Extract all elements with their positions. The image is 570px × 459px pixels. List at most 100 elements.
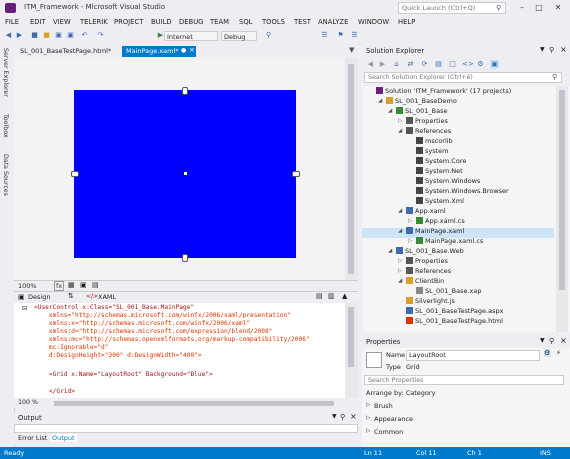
- menu-window[interactable]: WINDOW: [358, 18, 389, 26]
- resize-handle-left[interactable]: [71, 171, 79, 177]
- category-expand-icon[interactable]: ▷: [366, 415, 370, 421]
- category-expand-icon[interactable]: ▷: [366, 402, 370, 408]
- se-dropdown-icon[interactable]: ▼: [540, 46, 545, 53]
- se-close-icon[interactable]: ×: [560, 45, 567, 54]
- expand-arrow-icon[interactable]: ▷: [408, 218, 412, 224]
- menu-debug[interactable]: DEBUG: [179, 18, 203, 26]
- tab-dropdown-icon[interactable]: ▼: [349, 46, 354, 54]
- xaml-code-editor[interactable]: ⊟ <UserControl x:Class="SL_001_Base.Main…: [14, 303, 358, 398]
- category-appearance[interactable]: Appearance: [374, 415, 413, 423]
- collapse-arrow-icon[interactable]: ◢: [388, 248, 392, 254]
- tree-item[interactable]: MainPage.xaml: [406, 226, 464, 236]
- props-close-icon[interactable]: ×: [560, 336, 567, 345]
- open-icon[interactable]: ■: [42, 31, 51, 40]
- se-back-icon[interactable]: ◀: [366, 60, 375, 69]
- tree-item[interactable]: System.Xml: [416, 196, 464, 206]
- collapse-arrow-icon[interactable]: ◢: [378, 98, 382, 104]
- tree-item[interactable]: SL_001_Base.Web: [396, 246, 464, 256]
- find-icon[interactable]: ⚲: [264, 31, 273, 40]
- preview-icon[interactable]: ▣: [490, 60, 499, 69]
- menu-test[interactable]: TEST: [294, 18, 311, 26]
- tree-item[interactable]: App.xaml: [406, 206, 446, 216]
- home-icon[interactable]: ⌂: [392, 60, 401, 69]
- sync-icon[interactable]: ⇄: [406, 60, 415, 69]
- save-all-icon[interactable]: ▣: [66, 31, 75, 40]
- menu-tools[interactable]: TOOLS: [262, 18, 285, 26]
- tree-item[interactable]: mscorlib: [416, 136, 453, 146]
- menu-project[interactable]: PROJECT: [114, 18, 143, 26]
- tab-error-list[interactable]: Error List: [18, 434, 47, 442]
- tree-item[interactable]: App.xaml.cs: [416, 216, 465, 226]
- property-tools-icon[interactable]: ⚙: [544, 349, 551, 357]
- search-icon[interactable]: ⚲: [496, 4, 501, 12]
- tree-item[interactable]: Solution 'ITM_Framework' (17 projects): [376, 86, 511, 96]
- resize-handle-right[interactable]: [292, 171, 300, 177]
- format-icon[interactable]: ☰: [350, 31, 359, 40]
- se-search-icon[interactable]: ⚲: [552, 73, 557, 81]
- collapse-arrow-icon[interactable]: ◢: [388, 108, 392, 114]
- menu-sql[interactable]: SQL: [239, 18, 252, 26]
- menu-telerik[interactable]: TELERIK: [80, 18, 108, 26]
- resize-handle-top[interactable]: [182, 87, 188, 95]
- horizontal-split-icon[interactable]: ▤: [316, 292, 323, 300]
- view-code-icon[interactable]: <>: [462, 60, 474, 69]
- collapse-region-icon[interactable]: ⊟: [22, 305, 27, 312]
- properties-icon[interactable]: ⚙: [476, 60, 485, 69]
- props-dropdown-icon[interactable]: ▼: [540, 337, 545, 344]
- event-handler-icon[interactable]: ⚡: [556, 349, 561, 357]
- expand-arrow-icon[interactable]: ▷: [398, 118, 402, 124]
- grid-icon[interactable]: ▦: [68, 281, 75, 289]
- tree-item[interactable]: SL_001_Base.xap: [416, 286, 482, 296]
- expand-arrow-icon[interactable]: ▷: [408, 238, 412, 244]
- align-icon[interactable]: ▤: [92, 281, 99, 289]
- output-close-icon[interactable]: ×: [350, 412, 357, 421]
- save-icon[interactable]: ▣: [54, 31, 63, 40]
- menu-file[interactable]: FILE: [5, 18, 19, 26]
- tree-item[interactable]: SL_001_Base: [396, 106, 447, 116]
- category-common[interactable]: Common: [374, 428, 403, 436]
- props-pin-icon[interactable]: ⚲: [549, 337, 554, 345]
- tree-item[interactable]: system: [416, 146, 449, 156]
- tree-item[interactable]: SL_001_BaseTestPage.html: [406, 316, 503, 326]
- tree-item[interactable]: System.Core: [416, 156, 466, 166]
- data-sources-tab[interactable]: Data Sources: [2, 154, 9, 196]
- resize-handle-bottom[interactable]: [182, 254, 188, 262]
- undo-icon[interactable]: ↶: [80, 31, 89, 40]
- configuration-select[interactable]: Debug: [221, 31, 257, 41]
- solution-tree-scrollbar[interactable]: [556, 86, 568, 332]
- tree-item[interactable]: Silverlight.js: [406, 296, 455, 306]
- maximize-button[interactable]: □: [532, 2, 546, 14]
- tree-item[interactable]: System.Net: [416, 166, 463, 176]
- new-project-icon[interactable]: ■: [30, 31, 39, 40]
- bookmark-icon[interactable]: ⚑: [336, 31, 345, 40]
- tree-item[interactable]: System.Windows.Browser: [416, 186, 509, 196]
- close-button[interactable]: ✕: [551, 2, 565, 14]
- code-zoom-select[interactable]: 100 %: [18, 399, 38, 406]
- menu-edit[interactable]: EDIT: [30, 18, 46, 26]
- collapse-arrow-icon[interactable]: ◢: [398, 228, 402, 234]
- tree-item[interactable]: References: [406, 266, 451, 276]
- swap-panes-icon[interactable]: ⇅: [68, 292, 74, 300]
- menu-help[interactable]: HELP: [398, 18, 415, 26]
- minimize-button[interactable]: –: [515, 2, 529, 14]
- snap-icon[interactable]: ▣: [80, 281, 87, 289]
- collapse-arrow-icon[interactable]: ◢: [398, 208, 402, 214]
- collapse-all-icon[interactable]: □: [448, 60, 457, 69]
- comment-icon[interactable]: ☰: [320, 31, 329, 40]
- tab-basetestpage-html[interactable]: SL_001_BaseTestPage.html*: [16, 46, 120, 57]
- tree-item[interactable]: SL_001_BaseTestPage.aspx: [406, 306, 503, 316]
- category-brush[interactable]: Brush: [374, 402, 393, 410]
- output-pin-icon[interactable]: ⚲: [340, 413, 345, 421]
- category-expand-icon[interactable]: ▷: [366, 428, 370, 434]
- redo-icon[interactable]: ↷: [96, 31, 105, 40]
- props-search-input[interactable]: Search Properties: [364, 375, 564, 385]
- toolbox-tab[interactable]: Toolbox: [2, 114, 9, 138]
- close-tab-icon[interactable]: ×: [189, 46, 195, 54]
- tree-item[interactable]: ClientBin: [406, 276, 444, 286]
- se-pin-icon[interactable]: ⚲: [549, 46, 554, 54]
- se-forward-icon[interactable]: ▶: [378, 60, 387, 69]
- design-tab[interactable]: Design: [28, 293, 50, 301]
- collapse-arrow-icon[interactable]: ◢: [398, 278, 402, 284]
- menu-team[interactable]: TEAM: [210, 18, 229, 26]
- show-all-files-icon[interactable]: ▤: [434, 60, 443, 69]
